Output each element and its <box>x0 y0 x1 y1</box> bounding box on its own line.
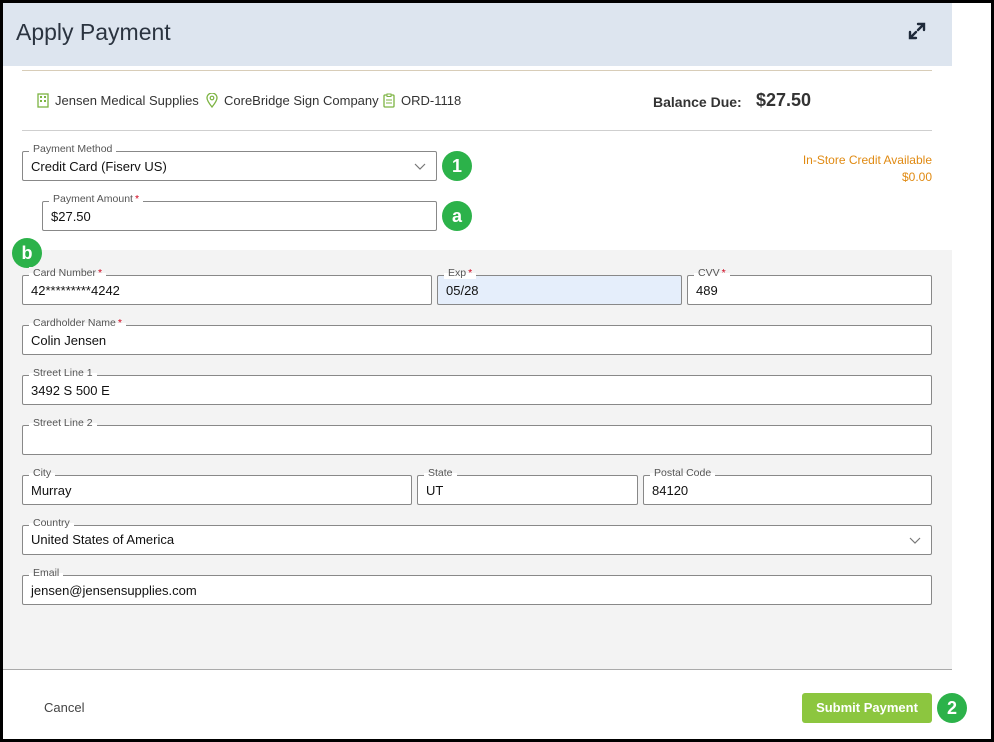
company-info[interactable]: Jensen Medical Supplies <box>37 93 199 108</box>
exp-label: Exp * <box>444 267 477 279</box>
location-name: CoreBridge Sign Company <box>224 93 379 108</box>
card-number-field[interactable]: Card Number * 42*********4242 <box>22 267 432 305</box>
payment-amount-value: $27.50 <box>51 209 91 224</box>
street-line-1-field[interactable]: Street Line 1 3492 S 500 E <box>22 367 932 405</box>
order-number: ORD-1118 <box>401 93 462 108</box>
expand-icon[interactable] <box>907 21 929 43</box>
postal-code-label: Postal Code <box>650 467 716 479</box>
cardholder-name-label: Cardholder Name * <box>29 317 126 329</box>
location-info[interactable]: CoreBridge Sign Company <box>206 93 379 108</box>
email-label: Email <box>29 567 64 579</box>
state-field[interactable]: State UT <box>417 467 638 505</box>
balance-due-value: $27.50 <box>756 90 812 110</box>
right-margin <box>952 3 991 669</box>
balance-due-label: Balance Due: <box>653 94 742 110</box>
payment-method-label: Payment Method <box>29 143 117 155</box>
footer-divider <box>3 669 952 670</box>
order-info-row: Jensen Medical Supplies CoreBridge Sign … <box>22 87 932 117</box>
divider <box>22 130 932 131</box>
dialog-title: Apply Payment <box>16 19 171 45</box>
city-field[interactable]: City Murray <box>22 467 412 505</box>
country-value: United States of America <box>31 532 175 547</box>
credit-label: In-Store Credit Available <box>802 153 932 167</box>
postal-code-value: 84120 <box>652 483 689 498</box>
cardholder-name-value: Colin Jensen <box>31 333 107 348</box>
divider <box>22 70 932 71</box>
street-line-1-value: 3492 S 500 E <box>31 383 110 398</box>
in-store-credit: In-Store Credit Available $0.00 <box>803 152 932 186</box>
street-line-1-label: Street Line 1 <box>29 367 97 379</box>
cardholder-name-field[interactable]: Cardholder Name * Colin Jensen <box>22 317 932 355</box>
payment-amount-label: Payment Amount * <box>49 193 144 205</box>
payment-method-value: Credit Card (Fiserv US) <box>31 159 167 174</box>
step-badge-a: a <box>442 201 472 231</box>
state-value: UT <box>426 483 444 498</box>
card-number-label: Card Number * <box>29 267 107 279</box>
country-label: Country <box>29 517 74 529</box>
chevron-down-icon <box>909 537 921 544</box>
dialog-header: Apply Payment <box>3 3 952 66</box>
city-label: City <box>29 467 56 479</box>
cancel-button[interactable]: Cancel <box>44 700 84 715</box>
cvv-label: CVV * <box>694 267 730 279</box>
city-value: Murray <box>31 483 72 498</box>
apply-payment-dialog: Apply Payment Jensen Medical Supplies Co… <box>3 3 991 739</box>
step-badge-1: 1 <box>442 151 472 181</box>
street-line-2-field[interactable]: Street Line 2 <box>22 417 932 455</box>
cvv-value: 489 <box>696 283 718 298</box>
location-pin-icon <box>206 93 218 108</box>
clipboard-icon <box>383 93 395 108</box>
submit-payment-button[interactable]: Submit Payment <box>802 693 932 723</box>
card-number-value: 42*********4242 <box>31 283 120 298</box>
state-label: State <box>424 467 457 479</box>
postal-code-field[interactable]: Postal Code 84120 <box>643 467 932 505</box>
payment-amount-field[interactable]: Payment Amount * $27.50 <box>42 193 437 231</box>
card-details-section <box>3 250 952 669</box>
country-select[interactable]: Country United States of America <box>22 517 932 555</box>
chevron-down-icon <box>414 163 426 170</box>
building-icon <box>37 93 49 108</box>
exp-value: 05/28 <box>446 283 479 298</box>
exp-field[interactable]: Exp * 05/28 <box>437 267 682 305</box>
payment-method-select[interactable]: Payment Method Credit Card (Fiserv US) <box>22 143 437 181</box>
step-badge-b: b <box>12 238 42 268</box>
street-line-2-label: Street Line 2 <box>29 417 97 429</box>
cvv-field[interactable]: CVV * 489 <box>687 267 932 305</box>
email-value: jensen@jensensupplies.com <box>31 583 197 598</box>
step-badge-2: 2 <box>937 693 967 723</box>
email-field[interactable]: Email jensen@jensensupplies.com <box>22 567 932 605</box>
company-name: Jensen Medical Supplies <box>55 93 199 108</box>
order-info[interactable]: ORD-1118 <box>383 93 461 108</box>
credit-value: $0.00 <box>901 170 932 184</box>
